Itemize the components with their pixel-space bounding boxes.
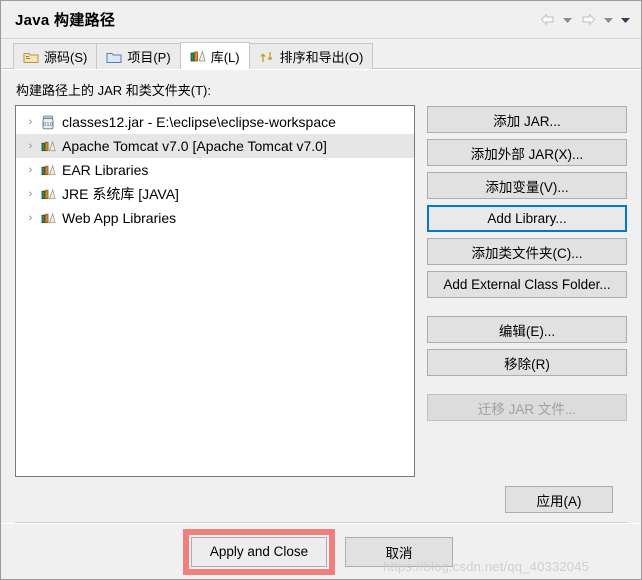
more-menu-chevron-down-icon[interactable] <box>618 9 633 31</box>
tab-projects-label: 项目(P) <box>127 50 171 65</box>
dialog-footer: Apply and Close 取消 https://blog.csdn.net… <box>1 523 641 579</box>
tree-item-apache-tomcat[interactable]: › Apache Tomcat v7.0 [Apache Tomcat v7.0… <box>16 134 414 158</box>
library-books-icon <box>190 48 206 64</box>
add-external-class-folder-button[interactable]: Add External Class Folder... <box>427 271 627 298</box>
migrate-jar-file-button: 迁移 JAR 文件... <box>427 394 627 421</box>
apply-and-close-button[interactable]: Apply and Close <box>191 536 327 567</box>
build-path-list-label: 构建路径上的 JAR 和类文件夹(T): <box>16 83 211 98</box>
tree-item-label: Apache Tomcat v7.0 [Apache Tomcat v7.0] <box>62 138 327 154</box>
tree-item-web-app-libraries[interactable]: › Web App Libraries <box>16 206 414 230</box>
tree-item-label: Web App Libraries <box>62 210 177 226</box>
tab-libraries-label: 库(L) <box>210 49 240 65</box>
build-path-tree[interactable]: › 010 classes12.jar - E:\eclipse\eclipse… <box>15 105 415 477</box>
tree-item-label: JRE 系统库 [JAVA] <box>62 186 179 202</box>
arrow-right-icon[interactable] <box>577 9 599 31</box>
library-actions: 添加 JAR... 添加外部 JAR(X)... 添加变量(V)... Add … <box>427 105 627 477</box>
forward-history-chevron-down-icon[interactable] <box>601 9 616 31</box>
arrow-left-icon[interactable] <box>536 9 558 31</box>
tree-item-classes12-jar[interactable]: › 010 classes12.jar - E:\eclipse\eclipse… <box>16 110 414 134</box>
svg-text:010: 010 <box>43 121 53 127</box>
chevron-right-icon[interactable]: › <box>22 116 39 128</box>
tab-bar: 源码(S) 项目(P) 库(L) 排序和导出(O) <box>1 39 641 69</box>
navigation-icons <box>536 9 633 31</box>
library-books-icon <box>39 210 57 226</box>
tab-source-label: 源码(S) <box>44 50 88 65</box>
page-title: Java 构建路径 <box>15 12 116 29</box>
add-variable-button[interactable]: 添加变量(V)... <box>427 172 627 199</box>
library-books-icon <box>39 186 57 202</box>
edit-button[interactable]: 编辑(E)... <box>427 316 627 343</box>
tab-libraries[interactable]: 库(L) <box>179 42 250 69</box>
add-external-jar-button[interactable]: 添加外部 JAR(X)... <box>427 139 627 166</box>
library-books-icon <box>39 138 57 154</box>
add-library-button[interactable]: Add Library... <box>427 205 627 232</box>
tree-item-ear-libraries[interactable]: › EAR Libraries <box>16 158 414 182</box>
apply-and-close-highlight: Apply and Close <box>183 528 335 575</box>
tree-item-label: EAR Libraries <box>62 162 149 178</box>
project-folder-icon <box>106 49 122 65</box>
chevron-right-icon[interactable]: › <box>22 212 39 224</box>
order-export-icon <box>259 49 275 65</box>
libraries-pane: 构建路径上的 JAR 和类文件夹(T): › 010 classes12.jar… <box>1 69 641 523</box>
dialog-titlebar: Java 构建路径 <box>1 1 641 39</box>
back-history-chevron-down-icon[interactable] <box>560 9 575 31</box>
tab-order-and-export[interactable]: 排序和导出(O) <box>248 43 374 69</box>
cancel-button[interactable]: 取消 <box>345 536 453 567</box>
tree-item-label: classes12.jar - E:\eclipse\eclipse-works… <box>62 114 336 130</box>
tab-source[interactable]: 源码(S) <box>13 43 98 69</box>
tab-projects[interactable]: 项目(P) <box>96 43 181 69</box>
source-folder-icon <box>23 49 39 65</box>
remove-button[interactable]: 移除(R) <box>427 349 627 376</box>
apply-row: 应用(A) <box>15 477 627 523</box>
jar-icon: 010 <box>39 114 57 130</box>
java-build-path-dialog: Java 构建路径 源码(S) 项目(P) 库(L) 排序和导出(O) 构建路径… <box>0 0 642 580</box>
chevron-right-icon[interactable]: › <box>22 140 39 152</box>
apply-button[interactable]: 应用(A) <box>505 486 613 513</box>
libraries-body: › 010 classes12.jar - E:\eclipse\eclipse… <box>15 105 627 477</box>
library-books-icon <box>39 162 57 178</box>
chevron-right-icon[interactable]: › <box>22 164 39 176</box>
tree-item-jre-system-library[interactable]: › JRE 系统库 [JAVA] <box>16 182 414 206</box>
add-jar-button[interactable]: 添加 JAR... <box>427 106 627 133</box>
chevron-right-icon[interactable]: › <box>22 188 39 200</box>
add-class-folder-button[interactable]: 添加类文件夹(C)... <box>427 238 627 265</box>
tab-order-and-export-label: 排序和导出(O) <box>279 50 364 65</box>
